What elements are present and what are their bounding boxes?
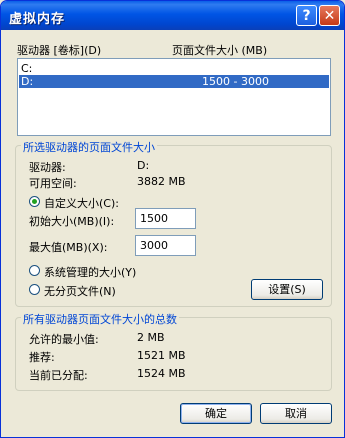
no-paging-file-radio[interactable]	[29, 284, 40, 295]
total-group-title: 所有驱动器页面文件大小的总数	[21, 311, 179, 327]
virtual-memory-dialog: 虚拟内存 ? ✕ 驱动器 [卷标](D) 页面文件大小 (MB) C: D: 1…	[0, 0, 345, 438]
size-column-header: 页面文件大小 (MB)	[172, 44, 268, 57]
free-space-label: 可用空间:	[29, 177, 77, 190]
free-space-value: 3882 MB	[137, 175, 186, 188]
drive-row-d[interactable]: D: 1500 - 3000	[19, 75, 329, 88]
custom-size-label[interactable]: 自定义大小(C):	[44, 195, 119, 211]
initial-size-input[interactable]: 1500	[135, 208, 196, 229]
min-allowed-value: 2 MB	[137, 331, 165, 344]
drive-list[interactable]: C: D: 1500 - 3000	[17, 58, 331, 136]
current-allocated-value: 1524 MB	[137, 367, 186, 380]
set-button[interactable]: 设置(S)	[251, 279, 323, 300]
cancel-button[interactable]: 取消	[260, 403, 332, 424]
help-button[interactable]: ?	[296, 5, 317, 26]
custom-size-radio[interactable]	[29, 196, 40, 207]
max-size-label: 最大值(MB)(X):	[29, 241, 108, 254]
current-allocated-label: 当前已分配:	[29, 369, 88, 382]
drive-letter: D:	[21, 75, 34, 88]
system-managed-label[interactable]: 系统管理的大小(Y)	[44, 264, 136, 280]
system-managed-radio[interactable]	[29, 265, 40, 276]
no-paging-file-label[interactable]: 无分页文件(N)	[44, 283, 116, 299]
page-file-size: 1500 - 3000	[202, 75, 269, 88]
window-title: 虚拟内存	[9, 12, 66, 27]
drive-row-c[interactable]: C:	[19, 62, 329, 75]
recommended-value: 1521 MB	[137, 349, 186, 362]
min-allowed-label: 允许的最小值:	[29, 333, 99, 346]
drive-letter: C:	[21, 62, 33, 75]
drive-value: D:	[137, 159, 150, 172]
max-size-input[interactable]: 3000	[135, 235, 196, 256]
initial-size-label: 初始大小(MB)(I):	[29, 215, 115, 228]
drive-column-header: 驱动器 [卷标](D)	[17, 44, 102, 57]
drive-label: 驱动器:	[29, 161, 66, 174]
title-bar[interactable]: 虚拟内存 ? ✕	[1, 1, 344, 30]
close-button[interactable]: ✕	[319, 5, 340, 26]
selected-group-title: 所选驱动器的页面文件大小	[21, 139, 157, 155]
recommended-label: 推荐:	[29, 351, 55, 364]
ok-button[interactable]: 确定	[180, 403, 252, 424]
